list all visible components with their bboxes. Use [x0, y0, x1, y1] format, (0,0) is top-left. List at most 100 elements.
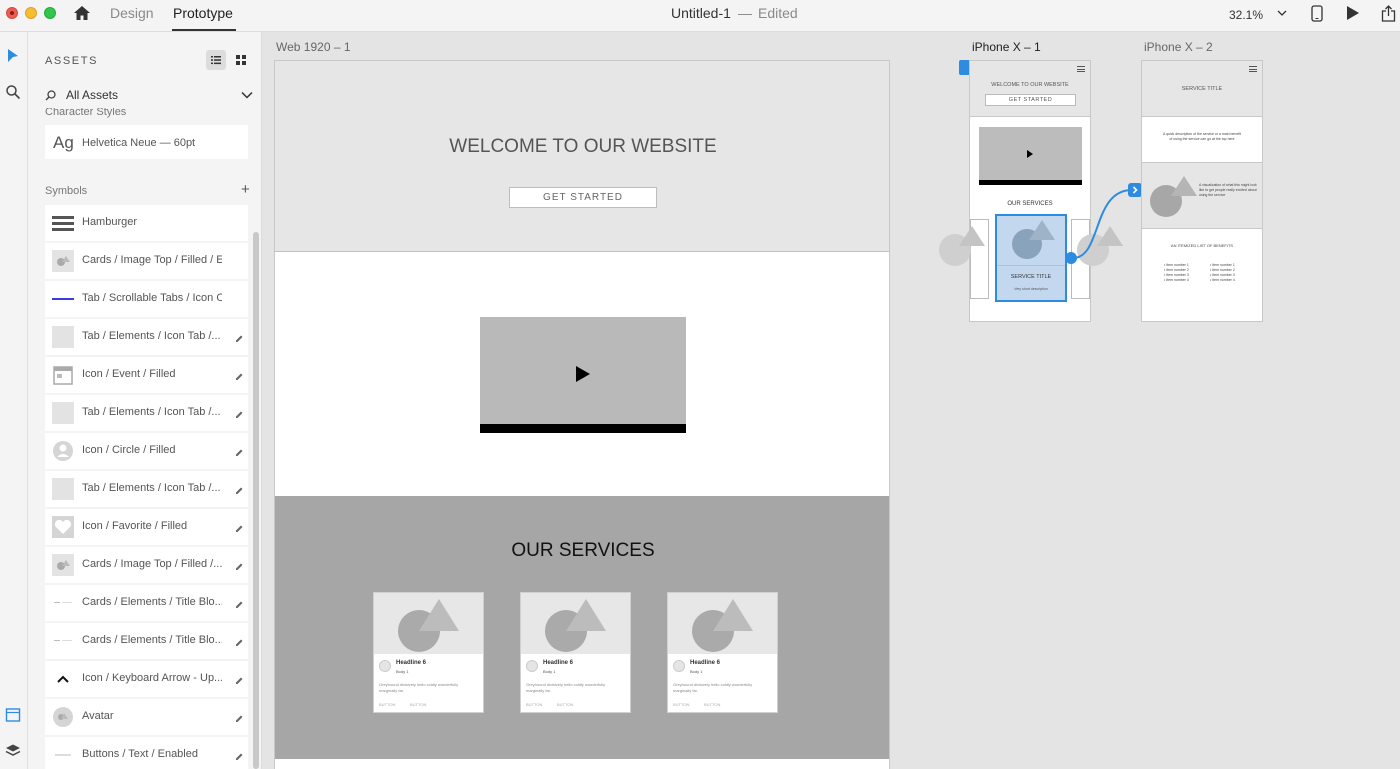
- assets-panel-icon[interactable]: [5, 707, 21, 723]
- edit-symbol-icon[interactable]: [234, 559, 244, 570]
- edit-symbol-icon[interactable]: [234, 521, 244, 532]
- tab-thumb-icon: [52, 478, 74, 500]
- avatar: [526, 660, 538, 672]
- edit-symbol-icon[interactable]: [234, 711, 244, 722]
- service-card[interactable]: Headline 6 Body 1 Greyhound divisively hel…: [667, 592, 778, 713]
- symbol-label: Icon / Event / Filled: [82, 368, 176, 380]
- service-card[interactable]: Headline 6 Body 1 Greyhound divisively hel…: [373, 592, 484, 713]
- list-view-button[interactable]: [206, 50, 226, 70]
- minimize-window-button[interactable]: [25, 7, 37, 19]
- symbol-item[interactable]: Hamburger: [45, 205, 248, 241]
- assets-filter-dropdown[interactable]: All Assets: [45, 87, 253, 105]
- edit-symbol-icon[interactable]: [234, 407, 244, 418]
- artboard-web[interactable]: WELCOME TO OUR WEBSITE GET STARTED OUR S…: [274, 60, 890, 769]
- iphone1-selected-card[interactable]: SERVICE TITLE Very short description: [995, 214, 1067, 302]
- add-symbol-button[interactable]: +: [241, 181, 250, 198]
- hamburger-icon[interactable]: [1077, 66, 1085, 72]
- symbol-label: Icon / Circle / Filled: [82, 444, 176, 456]
- active-tab-indicator: [172, 29, 236, 31]
- edit-symbol-icon[interactable]: [234, 483, 244, 494]
- play-icon[interactable]: [1027, 150, 1033, 158]
- symbol-item[interactable]: Cards / Elements / Title Blo...: [45, 623, 248, 659]
- video-placeholder[interactable]: [480, 317, 686, 433]
- tool-strip: [0, 32, 28, 769]
- symbol-item[interactable]: Cards / Image Top / Filled / Exp...: [45, 243, 248, 279]
- character-style-item[interactable]: Ag Helvetica Neue — 60pt: [45, 125, 248, 159]
- card-action-button[interactable]: BUTTON: [557, 702, 573, 707]
- tab-thumb-icon: [52, 326, 74, 348]
- card-image: [374, 593, 483, 654]
- play-preview-icon[interactable]: [1346, 5, 1360, 21]
- iphone2-list-title: AN ITEMIZED LIST OF BENEFITS: [1170, 243, 1234, 248]
- symbol-item[interactable]: Tab / Elements / Icon Tab /...: [45, 319, 248, 355]
- edit-symbol-icon[interactable]: [234, 749, 244, 760]
- card-action-button[interactable]: BUTTON: [526, 702, 542, 707]
- character-styles-heading: Character Styles: [45, 108, 127, 118]
- symbol-item[interactable]: Icon / Circle / Filled: [45, 433, 248, 469]
- iphone1-get-started-button[interactable]: GET STARTED: [985, 94, 1076, 106]
- symbol-item[interactable]: Tab / Elements / Icon Tab /...: [45, 395, 248, 431]
- symbol-item[interactable]: Buttons / Text / Enabled: [45, 737, 248, 769]
- benefit-item: • Item number 4: [1210, 278, 1235, 282]
- home-artboard-flag[interactable]: [959, 60, 969, 75]
- card-action-button[interactable]: BUTTON: [673, 702, 689, 707]
- hamburger-icon[interactable]: [1249, 66, 1257, 72]
- edit-symbol-icon[interactable]: [234, 445, 244, 456]
- artboard-label-iphone-2[interactable]: iPhone X – 2: [1144, 40, 1213, 54]
- iphone1-video-placeholder[interactable]: [979, 127, 1082, 185]
- symbol-item[interactable]: Cards / Image Top / Filled /...: [45, 547, 248, 583]
- card-action-button[interactable]: BUTTON: [704, 702, 720, 707]
- edit-symbol-icon[interactable]: [234, 635, 244, 646]
- symbol-item[interactable]: Icon / Event / Filled: [45, 357, 248, 393]
- symbol-item[interactable]: Avatar: [45, 699, 248, 735]
- device-preview-icon[interactable]: [1311, 5, 1323, 22]
- artboard-label-iphone-1[interactable]: iPhone X – 1: [972, 40, 1041, 54]
- wire-start-handle[interactable]: [1065, 252, 1077, 264]
- canvas[interactable]: Web 1920 – 1 iPhone X – 1 iPhone X – 2 W…: [262, 32, 1400, 769]
- artboard-iphone-2[interactable]: SERVICE TITLE A quick description of the…: [1141, 60, 1263, 322]
- layers-icon[interactable]: [5, 743, 21, 759]
- wire-target-badge[interactable]: [1128, 183, 1142, 197]
- edit-symbol-icon[interactable]: [234, 331, 244, 342]
- shapes-image-icon: [1150, 176, 1197, 217]
- card-action-button[interactable]: BUTTON: [410, 702, 426, 707]
- card-thumb-icon: [52, 554, 74, 576]
- edit-symbol-icon[interactable]: [234, 597, 244, 608]
- zoom-chevron-down-icon[interactable]: [1277, 9, 1287, 17]
- tab-design[interactable]: Design: [110, 5, 154, 21]
- get-started-button[interactable]: GET STARTED: [509, 187, 657, 208]
- symbol-item[interactable]: Cards / Elements / Title Blo...: [45, 585, 248, 621]
- edit-symbol-icon[interactable]: [234, 673, 244, 684]
- assets-title: ASSETS: [45, 55, 99, 67]
- assets-list[interactable]: Character Styles Ag Helvetica Neue — 60p…: [28, 108, 261, 769]
- event-icon: [52, 364, 74, 386]
- select-tool-icon[interactable]: [5, 48, 21, 64]
- symbol-label: Cards / Elements / Title Blo...: [82, 596, 222, 608]
- symbol-item[interactable]: Tab / Elements / Icon Tab /...: [45, 471, 248, 507]
- character-style-label: Helvetica Neue — 60pt: [82, 137, 196, 149]
- services-title: OUR SERVICES: [511, 540, 655, 561]
- zoom-level[interactable]: 32.1%: [1229, 8, 1263, 22]
- tab-prototype[interactable]: Prototype: [173, 5, 233, 21]
- service-card[interactable]: Headline 6 Body 1 Greyhound divisively hel…: [520, 592, 631, 713]
- close-window-button[interactable]: [6, 7, 18, 19]
- assets-scrollbar[interactable]: [253, 232, 259, 769]
- search-icon[interactable]: [5, 84, 21, 100]
- symbol-item[interactable]: Tab / Scrollable Tabs / Icon Onl...: [45, 281, 248, 317]
- hero-title: WELCOME TO OUR WEBSITE: [449, 136, 717, 157]
- iphone2-hero-title: SERVICE TITLE: [1181, 86, 1223, 92]
- grid-view-icon: [236, 55, 246, 65]
- card-action-button[interactable]: BUTTON: [379, 702, 395, 707]
- symbol-label: Buttons / Text / Enabled: [82, 748, 198, 760]
- maximize-window-button[interactable]: [44, 7, 56, 19]
- home-icon[interactable]: [73, 5, 91, 21]
- symbol-item[interactable]: Icon / Keyboard Arrow - Up...: [45, 661, 248, 697]
- edit-symbol-icon[interactable]: [234, 369, 244, 380]
- iphone2-visualization: A visualization of what this might look …: [1142, 163, 1262, 228]
- share-icon[interactable]: [1381, 5, 1396, 22]
- grid-view-button[interactable]: [231, 50, 251, 70]
- play-icon[interactable]: [576, 366, 590, 382]
- artboard-label-web[interactable]: Web 1920 – 1: [276, 40, 351, 54]
- symbol-item[interactable]: Icon / Favorite / Filled: [45, 509, 248, 545]
- card-headline: Headline 6: [396, 660, 427, 666]
